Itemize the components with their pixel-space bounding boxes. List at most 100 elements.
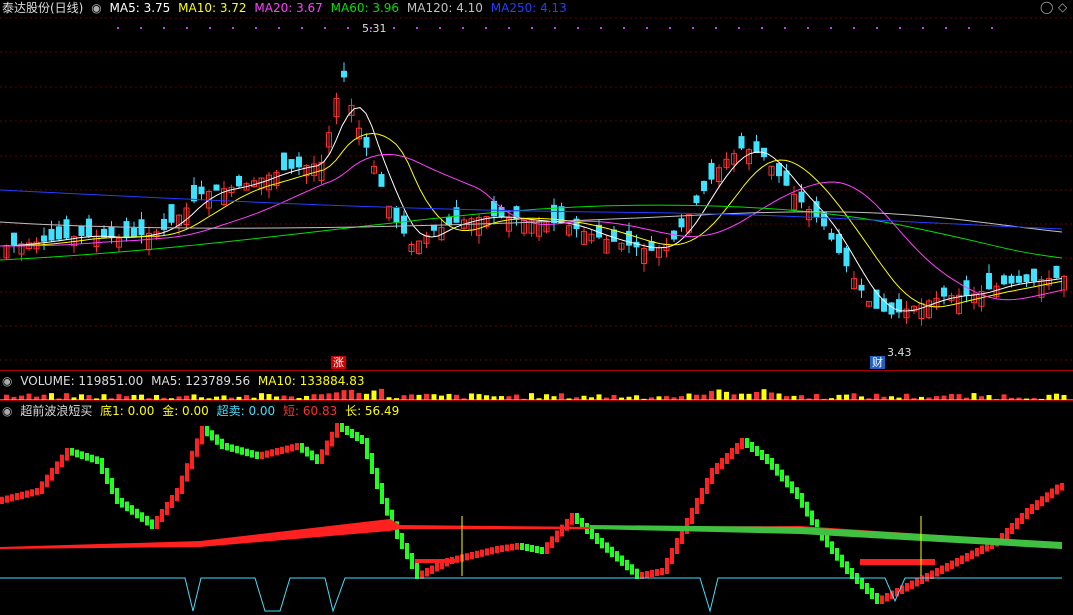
wave-bar	[610, 546, 614, 558]
wave-bar	[325, 440, 329, 456]
wave-bar	[190, 450, 194, 470]
signal-dot	[186, 27, 188, 29]
signal-dot	[853, 27, 855, 29]
wave-bar	[405, 543, 409, 559]
wave-bar	[760, 450, 764, 460]
wave-bar	[970, 550, 974, 559]
signal-dot	[117, 27, 119, 29]
signal-dot	[324, 27, 326, 29]
candle-body	[941, 287, 947, 297]
wave-bar	[875, 593, 879, 604]
wave-bar	[20, 491, 24, 499]
volume-panel[interactable]: ◉ VOLUME: 119851.00 MA5: 123789.56 MA10:…	[0, 370, 1073, 401]
wave-bar	[590, 528, 594, 539]
wave-bar	[170, 495, 174, 508]
candle-body	[48, 228, 55, 241]
candle-body	[708, 162, 715, 180]
wave-bar	[705, 478, 709, 494]
wave-bar	[955, 558, 959, 567]
wave-bar	[755, 446, 759, 456]
wave-bar	[485, 548, 489, 556]
wave-bar	[915, 578, 919, 587]
wave-bar	[625, 559, 629, 571]
wave-bar	[1030, 504, 1034, 514]
wave-bar	[195, 438, 199, 457]
wave-bar	[780, 469, 784, 482]
wave-bar	[275, 448, 279, 456]
signal-dot	[462, 27, 464, 29]
price-panel[interactable]: 泰达股份(日线) ◉ MA5: 3.75 MA10: 3.72 MA20: 3.…	[0, 0, 1073, 370]
candle-body	[341, 70, 347, 78]
wave-bar	[575, 513, 579, 524]
wave-bar	[965, 553, 969, 562]
wave-bar	[515, 543, 519, 550]
wave-bar	[920, 575, 924, 584]
wave-bar	[410, 553, 414, 569]
wave-bar	[655, 569, 659, 576]
candle-body	[776, 163, 782, 177]
wave-bar	[630, 564, 634, 575]
signal-dot	[485, 27, 487, 29]
wave-bar	[470, 552, 474, 560]
signal-dot	[232, 27, 234, 29]
wave-bar	[200, 426, 204, 445]
wave-bar	[295, 443, 299, 451]
high-price-label: 5.31	[362, 22, 387, 35]
wave-bar	[330, 431, 334, 447]
signal-dot	[807, 27, 809, 29]
signal-dot	[738, 27, 740, 29]
wave-bar	[750, 442, 754, 452]
wave-bar	[5, 495, 9, 503]
candle-body	[431, 224, 437, 231]
wave-bar	[800, 493, 804, 508]
wave-bar	[340, 423, 344, 432]
signal-dot	[278, 27, 280, 29]
candle-body	[738, 136, 745, 149]
wave-bar	[1015, 518, 1019, 529]
candle-body	[78, 225, 85, 237]
wave-bar	[980, 545, 984, 554]
signal-dot	[439, 27, 441, 29]
wave-bar	[785, 475, 789, 488]
wave-bar	[135, 508, 139, 519]
wave-bar	[480, 549, 484, 557]
wave-bar	[975, 548, 979, 557]
signal-dot	[669, 27, 671, 29]
candlestick-chart[interactable]	[0, 0, 1073, 370]
wave-bar	[130, 505, 134, 515]
wave-bar	[600, 538, 604, 549]
wave-bar	[65, 448, 69, 461]
wave-bar	[105, 468, 109, 484]
candle-body	[198, 186, 205, 195]
wave-bar	[45, 474, 49, 488]
wave-bar	[615, 551, 619, 562]
signal-dot	[623, 27, 625, 29]
short-band	[415, 559, 455, 563]
candle-body	[1053, 265, 1060, 279]
candle-body	[1023, 274, 1030, 283]
wave-bar	[215, 434, 219, 445]
wave-bar	[905, 583, 909, 592]
wave-bar	[635, 568, 639, 579]
wave-bar	[155, 516, 159, 529]
wave-bar	[745, 438, 749, 448]
wave-bar	[540, 547, 544, 554]
signal-dot	[301, 27, 303, 29]
indicator-panel[interactable]: ◉ 超前波浪短买 底1: 0.00 金: 0.00 超卖: 0.00 短: 60…	[0, 400, 1073, 615]
candle-body	[288, 159, 295, 169]
wave-bar	[15, 493, 19, 501]
wave-bar	[85, 453, 89, 461]
candle-body	[213, 184, 220, 191]
badge-zhang[interactable]: 涨	[331, 356, 346, 369]
signal-dot	[715, 27, 717, 29]
wave-bar	[180, 475, 184, 494]
badge-cai[interactable]: 财	[870, 356, 885, 369]
wave-bar	[225, 443, 229, 451]
wave-bar	[220, 438, 224, 449]
wave-bar	[675, 538, 679, 554]
wave-bar	[55, 461, 59, 474]
candle-body	[63, 219, 70, 239]
candle-body	[1016, 275, 1022, 283]
candle-body	[393, 207, 400, 223]
wave-bar	[550, 536, 554, 549]
